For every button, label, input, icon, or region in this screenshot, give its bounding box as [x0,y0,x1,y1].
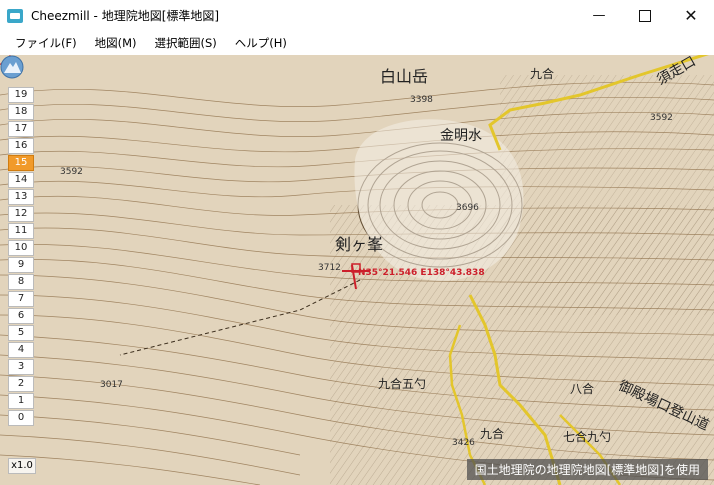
cliff-label: 剣ヶ峯 [335,235,384,254]
elevation-label: 3592 [60,167,83,177]
zoom-level-2[interactable]: 2 [8,376,34,392]
zoom-level-7[interactable]: 7 [8,291,34,307]
top-station-label: 九合 [530,67,555,81]
map-view[interactable]: 白山岳 金明水 剣ヶ峯 九合五勺 八合 御殿場口登山道 七合九勺 九合 須走口 … [0,55,714,485]
zoom-level-15[interactable]: 15 [8,155,34,171]
zoom-level-5[interactable]: 5 [8,325,34,341]
attribution-text: 国土地理院の地理院地図[標準地図]を使用 [466,459,708,480]
zoom-level-8[interactable]: 8 [8,274,34,290]
elevation-label: 3592 [650,113,673,123]
mountain-icon[interactable] [0,55,24,79]
topographic-map [0,55,714,485]
zoom-level-14[interactable]: 14 [8,172,34,188]
zoom-level-3[interactable]: 3 [8,359,34,375]
coordinate-readout: N35°21.546 E138°43.838 [358,268,485,278]
bottom-station-label: 九合 [480,427,505,441]
ninth-station-label: 九合五勺 [378,377,427,391]
window-title: Cheezmill - 地理院地図[標準地図] [31,9,220,23]
menu-bar: ファイル(F) 地図(M) 選択範囲(S) ヘルプ(H) [0,31,714,56]
scale-label: x1.0 [8,458,36,474]
zoom-level-12[interactable]: 12 [8,206,34,222]
menu-file[interactable]: ファイル(F) [6,35,86,51]
spring-label: 金明水 [440,128,482,144]
peak-label: 白山岳 [380,67,429,86]
elevation-label: 3696 [456,203,479,213]
elevation-label: 3426 [452,438,475,448]
zoom-level-11[interactable]: 11 [8,223,34,239]
elevation-label: 3017 [100,380,123,390]
zoom-level-9[interactable]: 9 [8,257,34,273]
elevation-label: 3712 [318,263,341,273]
seventh-station-label: 七合九勺 [563,430,612,444]
eighth-station-label: 八合 [570,382,595,396]
close-button[interactable]: ✕ [668,0,714,31]
maximize-button[interactable] [622,0,668,31]
zoom-level-4[interactable]: 4 [8,342,34,358]
zoom-level-6[interactable]: 6 [8,308,34,324]
menu-selection[interactable]: 選択範囲(S) [146,35,226,51]
minimize-button[interactable]: — [576,0,622,31]
zoom-level-10[interactable]: 10 [8,240,34,256]
zoom-level-19[interactable]: 19 [8,87,34,103]
close-icon: ✕ [684,6,698,25]
zoom-level-17[interactable]: 17 [8,121,34,137]
zoom-level-bar: 19 18 17 16 15 14 13 12 11 10 9 8 7 6 5 … [8,87,34,427]
zoom-level-13[interactable]: 13 [8,189,34,205]
app-icon [7,8,23,23]
maximize-icon [639,9,651,22]
zoom-level-0[interactable]: 0 [8,410,34,426]
menu-map[interactable]: 地図(M) [86,35,146,51]
minimize-icon: — [592,8,606,23]
menu-help[interactable]: ヘルプ(H) [226,35,296,51]
zoom-level-16[interactable]: 16 [8,138,34,154]
zoom-level-18[interactable]: 18 [8,104,34,120]
zoom-level-1[interactable]: 1 [8,393,34,409]
elevation-label: 3398 [410,95,433,105]
